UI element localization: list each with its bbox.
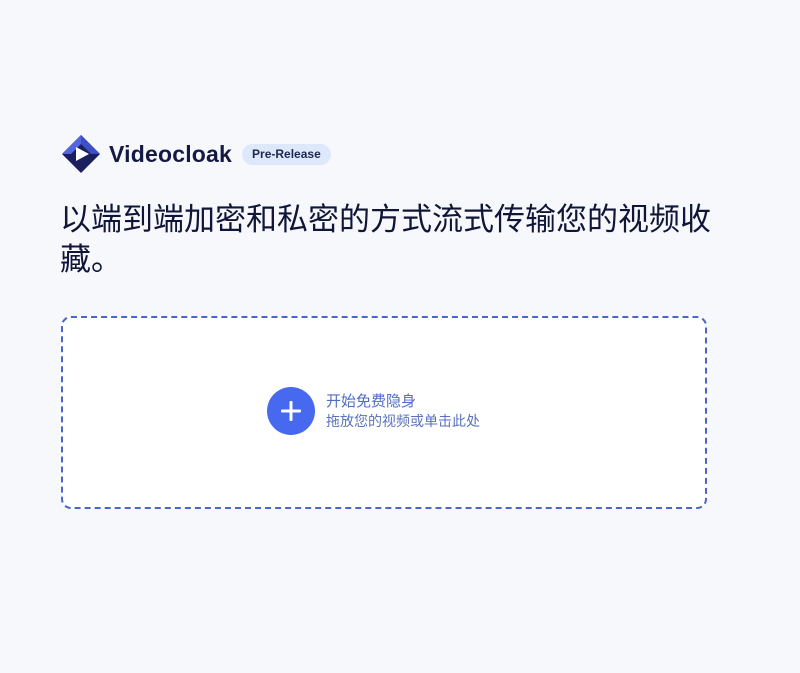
- plus-icon: [281, 401, 301, 421]
- video-dropzone[interactable]: 开始免费隐身 拖放您的视频或单击此处: [61, 316, 707, 509]
- dropzone-subtitle: 拖放您的视频或单击此处: [326, 413, 480, 429]
- add-video-button[interactable]: [267, 387, 315, 435]
- page: Videocloak Pre-Release 以端到端加密和私密的方式流式传输您…: [0, 0, 800, 673]
- dropzone-text: 开始免费隐身 拖放您的视频或单击此处: [326, 392, 480, 430]
- pre-release-badge: Pre-Release: [242, 143, 331, 165]
- play-gem-icon: [62, 135, 100, 173]
- brand-header: Videocloak Pre-Release: [61, 133, 331, 175]
- page-headline: 以端到端加密和私密的方式流式传输您的视频收藏。: [60, 202, 711, 277]
- dropzone-title: 开始免费隐身: [326, 393, 417, 410]
- brand-name: Videocloak: [109, 140, 233, 167]
- dropzone-content[interactable]: 开始免费隐身 拖放您的视频或单击此处: [267, 387, 480, 435]
